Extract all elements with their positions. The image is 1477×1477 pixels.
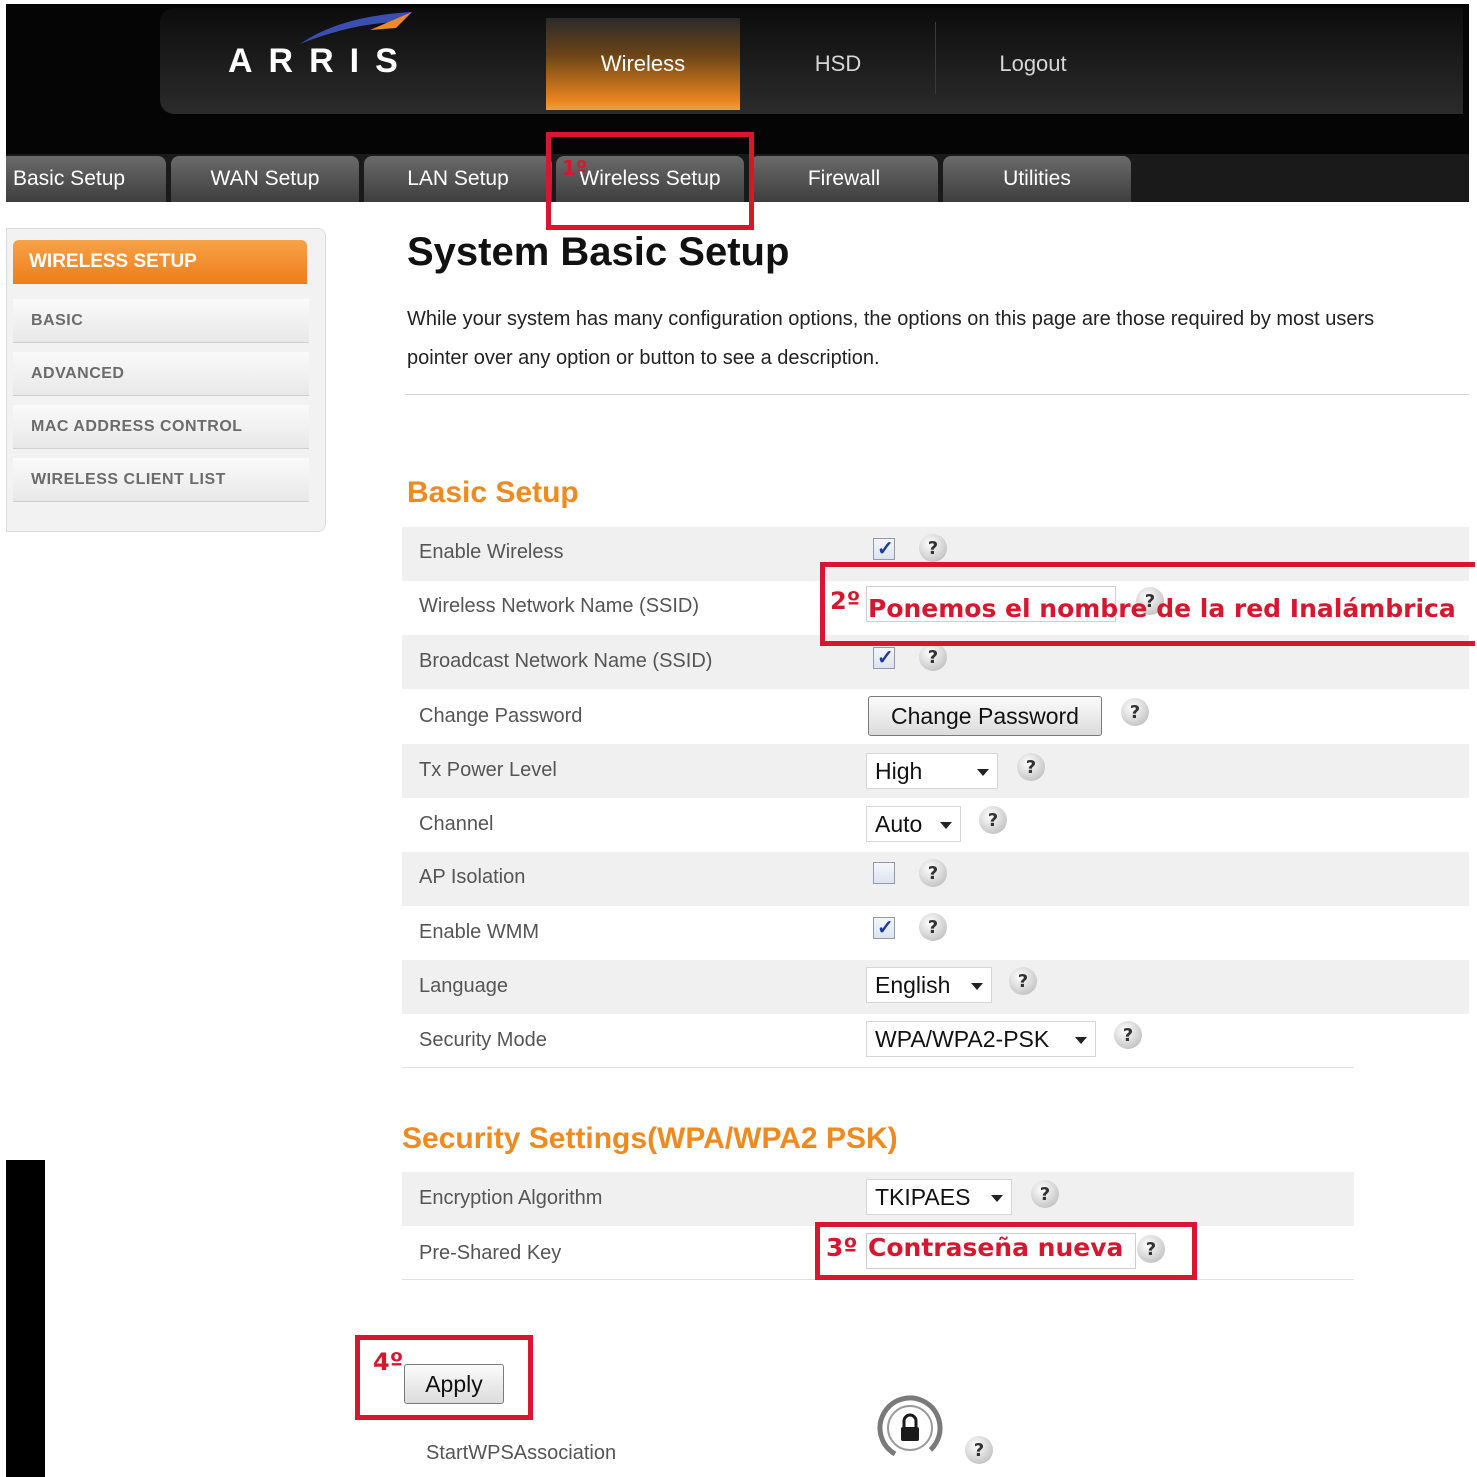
- sidebar-item-advanced[interactable]: ADVANCED: [13, 352, 309, 396]
- enable-wireless-checkbox[interactable]: [873, 536, 895, 561]
- tab-hsd[interactable]: HSD: [742, 18, 934, 110]
- label-channel: Channel: [419, 813, 494, 835]
- label-ap-isolation: AP Isolation: [419, 866, 526, 888]
- page-description: While your system has many configuration…: [407, 300, 1469, 378]
- annotation-step2-text: Ponemos el nombre de la red Inalámbrica: [868, 594, 1456, 623]
- description-line-1: While your system has many configuration…: [407, 308, 1375, 330]
- subtab-lan-setup[interactable]: LAN Setup: [364, 156, 552, 202]
- channel-value: Auto: [875, 810, 923, 837]
- label-ssid: Wireless Network Name (SSID): [419, 595, 700, 617]
- annotation-step4: 4º: [373, 1348, 404, 1376]
- annotation-step2-number: 2º: [830, 587, 861, 615]
- change-password-button[interactable]: Change Password: [868, 696, 1102, 736]
- chevron-down-icon: [977, 769, 989, 776]
- wps-lock-icon[interactable]: [871, 1395, 949, 1465]
- annotation-step1: 1º: [562, 156, 588, 180]
- label-tx-power: Tx Power Level: [419, 759, 557, 781]
- sidebar-heading: WIRELESS SETUP: [13, 240, 307, 284]
- encryption-value: TKIPAES: [875, 1183, 971, 1210]
- annotation-step3-number: 3º: [826, 1233, 858, 1262]
- label-language: Language: [419, 975, 508, 997]
- chevron-down-icon: [940, 822, 952, 829]
- broadcast-ssid-checkbox[interactable]: [873, 645, 895, 670]
- language-value: English: [875, 971, 951, 998]
- subtab-wan-setup[interactable]: WAN Setup: [171, 156, 359, 202]
- help-icon[interactable]: ?: [919, 643, 947, 671]
- enable-wmm-checkbox[interactable]: [873, 915, 895, 940]
- label-enable-wmm: Enable WMM: [419, 921, 540, 943]
- ap-isolation-checkbox[interactable]: [873, 862, 895, 884]
- label-enable-wireless: Enable Wireless: [419, 541, 564, 563]
- help-icon[interactable]: ?: [1031, 1180, 1059, 1208]
- tx-power-value: High: [875, 757, 923, 784]
- subtab-firewall[interactable]: Firewall: [750, 156, 938, 202]
- arris-logo-swoosh-icon: [300, 12, 412, 44]
- language-select[interactable]: English: [866, 967, 992, 1003]
- help-icon[interactable]: ?: [919, 534, 947, 562]
- divider: [405, 394, 1469, 395]
- apply-button[interactable]: Apply: [404, 1364, 504, 1404]
- label-security-mode: Security Mode: [419, 1029, 547, 1051]
- wps-label: StartWPSAssociation: [426, 1442, 617, 1464]
- label-change-password: Change Password: [419, 705, 583, 727]
- tx-power-select[interactable]: High: [866, 753, 998, 789]
- help-icon[interactable]: ?: [1114, 1021, 1142, 1049]
- chevron-down-icon: [971, 983, 983, 990]
- help-icon[interactable]: ?: [979, 806, 1007, 834]
- help-icon[interactable]: ?: [1009, 967, 1037, 995]
- label-pre-shared-key: Pre-Shared Key: [419, 1242, 562, 1264]
- label-encryption: Encryption Algorithm: [419, 1187, 603, 1209]
- chevron-down-icon: [991, 1195, 1003, 1202]
- section-title-security-settings: Security Settings(WPA/WPA2 PSK): [402, 1122, 898, 1155]
- security-mode-select[interactable]: WPA/WPA2-PSK: [866, 1021, 1096, 1057]
- help-icon[interactable]: ?: [919, 913, 947, 941]
- help-icon[interactable]: ?: [965, 1436, 993, 1464]
- arris-logo: ARRIS: [228, 42, 414, 80]
- label-broadcast-ssid: Broadcast Network Name (SSID): [419, 650, 713, 672]
- tab-wireless[interactable]: Wireless: [546, 18, 740, 110]
- subtab-basic-setup[interactable]: Basic Setup: [6, 156, 166, 202]
- left-edge-bar: [6, 1160, 45, 1477]
- encryption-select[interactable]: TKIPAES: [866, 1179, 1012, 1215]
- description-line-2: pointer over any option or button to see…: [407, 347, 880, 369]
- channel-select[interactable]: Auto: [866, 806, 961, 842]
- tab-logout[interactable]: Logout: [936, 18, 1130, 110]
- help-icon[interactable]: ?: [1017, 753, 1045, 781]
- help-icon[interactable]: ?: [919, 859, 947, 887]
- annotation-box-step1: [546, 132, 754, 230]
- section-title-basic-setup: Basic Setup: [407, 476, 579, 509]
- sidebar-item-wireless-client-list[interactable]: WIRELESS CLIENT LIST: [13, 458, 309, 502]
- help-icon[interactable]: ?: [1121, 698, 1149, 726]
- security-mode-value: WPA/WPA2-PSK: [875, 1025, 1050, 1052]
- chevron-down-icon: [1075, 1037, 1087, 1044]
- subtab-utilities[interactable]: Utilities: [943, 156, 1131, 202]
- sidebar-item-mac-address-control[interactable]: MAC ADDRESS CONTROL: [13, 405, 309, 449]
- annotation-step3-text: Contraseña nueva: [868, 1233, 1124, 1262]
- sidebar-item-basic[interactable]: BASIC: [13, 299, 309, 343]
- page-title: System Basic Setup: [407, 230, 790, 274]
